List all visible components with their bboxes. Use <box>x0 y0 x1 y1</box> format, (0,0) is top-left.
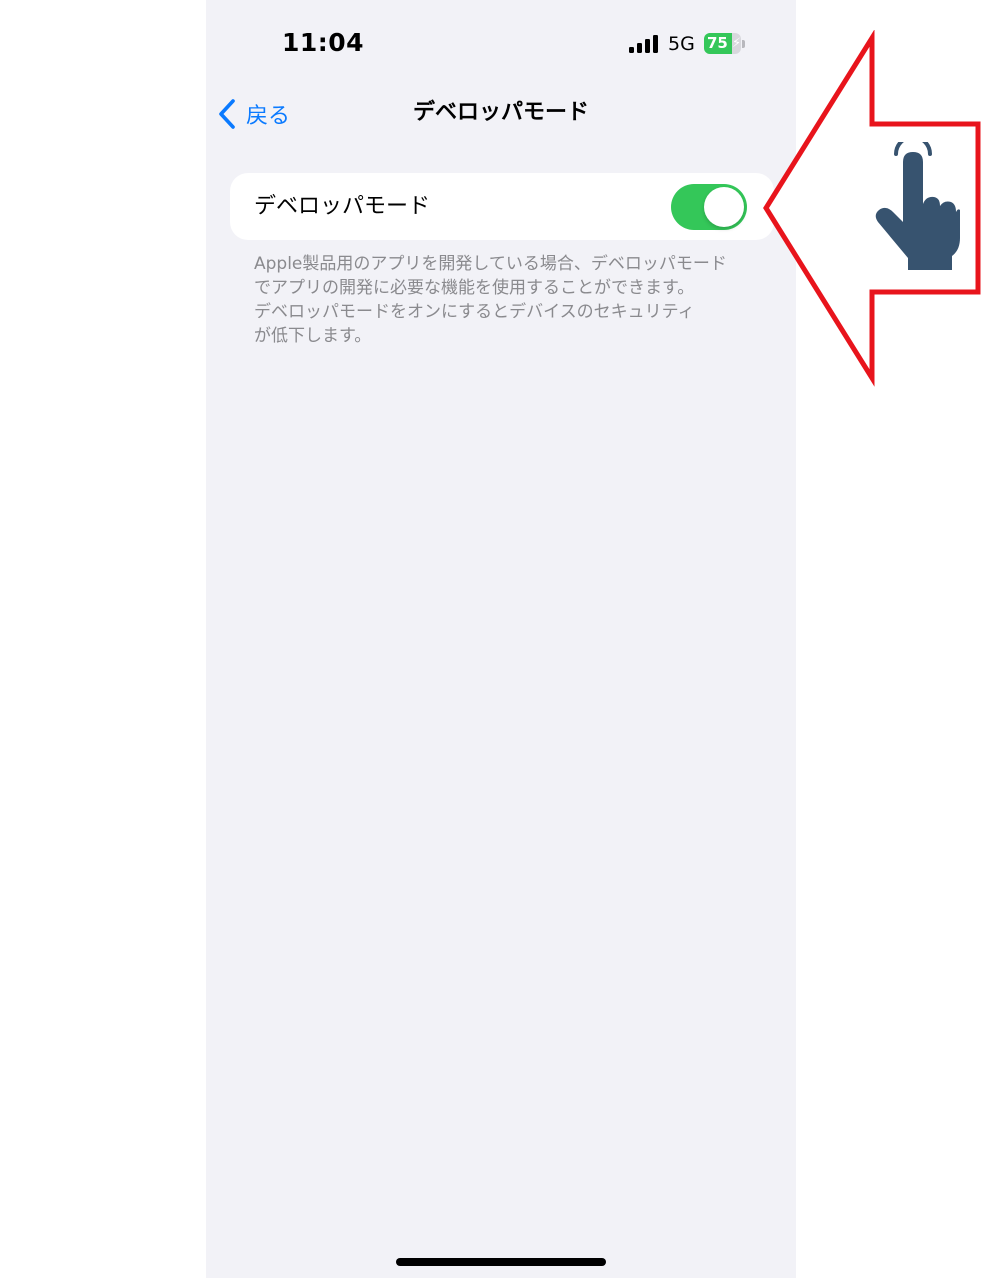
cellular-signal-icon <box>629 35 658 53</box>
battery-body: 75 ⚡ <box>704 33 741 54</box>
home-indicator[interactable] <box>396 1258 606 1266</box>
battery-cap <box>742 40 745 48</box>
phone-screen: 11:04 5G 75 ⚡ 戻る デベロッパモード デベロッパモード Apple… <box>206 0 796 1278</box>
charging-bolt-icon: ⚡ <box>732 36 741 51</box>
battery-icon: 75 ⚡ <box>704 33 746 55</box>
toggle-knob <box>704 187 744 227</box>
tap-hand-icon <box>875 142 960 270</box>
developer-mode-toggle[interactable] <box>671 184 747 230</box>
battery-percent: 75 <box>707 34 728 52</box>
status-time: 11:04 <box>282 28 365 57</box>
page-title: デベロッパモード <box>412 100 589 125</box>
network-type: 5G <box>668 33 695 55</box>
developer-mode-cell: デベロッパモード <box>230 173 774 240</box>
screenshot-canvas: 11:04 5G 75 ⚡ 戻る デベロッパモード デベロッパモード Apple… <box>0 0 1000 1278</box>
developer-mode-description: Apple製品用のアプリを開発している場合、デベロッパモード でアプリの開発に必… <box>254 254 727 346</box>
developer-mode-label: デベロッパモード <box>254 194 431 219</box>
